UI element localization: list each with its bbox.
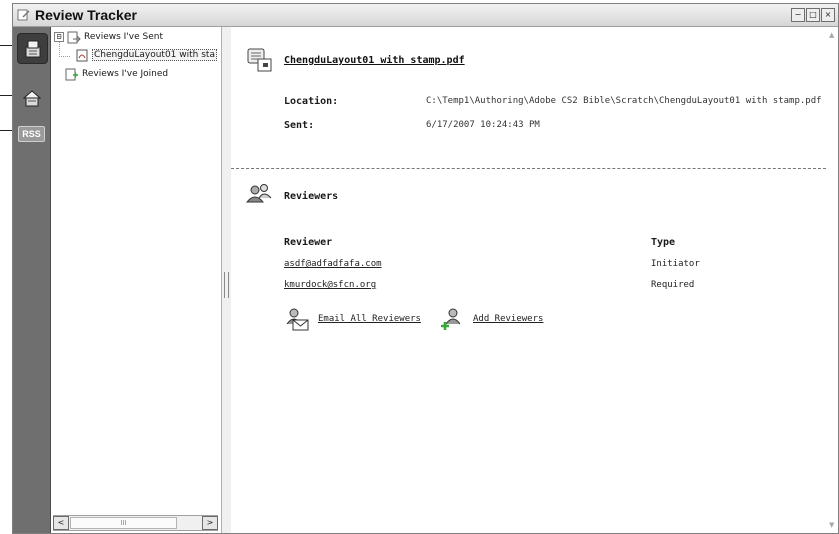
review-tracker-window: Review Tracker − □ × RSS ⊟ Reviews I've … [12, 3, 839, 534]
reviews-button[interactable] [17, 33, 48, 64]
sent-label: Sent: [284, 120, 315, 131]
details-vertical-scrollbar[interactable]: ▲ ▼ [827, 27, 838, 533]
document-review-icon [247, 48, 272, 72]
review-tracker-icon [17, 9, 30, 21]
shared-reviews-button[interactable] [17, 83, 46, 112]
scroll-down-icon[interactable]: ▼ [829, 521, 834, 529]
type-column-header: Type [651, 237, 676, 248]
shared-reviews-icon [22, 89, 41, 106]
icon-bar: RSS [13, 27, 51, 533]
window-title: Review Tracker [35, 7, 137, 23]
tree-item-reviews-sent[interactable]: ⊟ Reviews I've Sent [54, 30, 163, 44]
tree-item-document[interactable]: ChengduLayout01 with sta [75, 48, 217, 62]
tree-horizontal-scrollbar[interactable]: < III > [53, 515, 218, 531]
reviewer-row: asdf@adfadfafa.com Initiator [231, 259, 826, 273]
splitter-grip[interactable] [224, 272, 229, 298]
scroll-thumb[interactable]: III [70, 517, 177, 529]
location-label: Location: [284, 96, 339, 107]
close-button[interactable]: × [821, 8, 835, 22]
tree-item-label: ChengduLayout01 with sta [92, 49, 217, 61]
title-bar: Review Tracker − □ × [13, 4, 838, 27]
reviewer-type: Required [651, 280, 695, 290]
rss-button[interactable]: RSS [17, 119, 46, 148]
reviewer-email-link[interactable]: kmurdock@sfcn.org [284, 280, 376, 290]
email-reviewers-icon [286, 308, 309, 331]
tree-item-label: Reviews I've Joined [82, 69, 169, 79]
sent-value: 6/17/2007 10:24:43 PM [426, 120, 540, 130]
reviewers-icon [245, 184, 272, 203]
scroll-right-button[interactable]: > [202, 516, 218, 530]
reviews-icon [25, 40, 40, 57]
reviewers-heading: Reviewers [284, 191, 339, 202]
sent-reviews-icon [67, 31, 81, 43]
reviewer-email-link[interactable]: asdf@adfadfafa.com [284, 259, 382, 269]
minimize-button[interactable]: − [791, 8, 805, 22]
add-reviewers-link[interactable]: Add Reviewers [473, 314, 543, 324]
collapse-icon[interactable]: ⊟ [54, 32, 64, 42]
rss-icon: RSS [18, 125, 45, 142]
scroll-up-icon[interactable]: ▲ [829, 31, 834, 39]
reviewer-column-header: Reviewer [284, 237, 333, 248]
add-reviewers-icon [441, 308, 461, 330]
tree-item-reviews-joined[interactable]: Reviews I've Joined [65, 67, 168, 81]
tree-item-label: Reviews I've Sent [84, 32, 163, 42]
scroll-left-button[interactable]: < [53, 516, 69, 530]
reviewer-row: kmurdock@sfcn.org Required [231, 280, 826, 294]
add-reviewers-action[interactable]: Add Reviewers [439, 306, 543, 332]
reviewer-type: Initiator [651, 259, 700, 269]
joined-reviews-icon [65, 68, 78, 80]
location-value: C:\Temp1\Authoring\Adobe CS2 Bible\Scrat… [426, 96, 822, 106]
pdf-file-icon [76, 49, 88, 61]
window-controls: − □ × [791, 8, 835, 22]
section-divider [231, 168, 826, 169]
details-pane: ChengduLayout01 with stamp.pdf Location:… [231, 27, 826, 533]
email-all-reviewers-link[interactable]: Email All Reviewers [318, 314, 421, 324]
document-link[interactable]: ChengduLayout01 with stamp.pdf [284, 55, 465, 66]
restore-button[interactable]: □ [806, 8, 820, 22]
review-tree: ⊟ Reviews I've Sent ChengduLayout01 with… [51, 27, 221, 533]
email-all-reviewers-action[interactable]: Email All Reviewers [284, 306, 421, 332]
